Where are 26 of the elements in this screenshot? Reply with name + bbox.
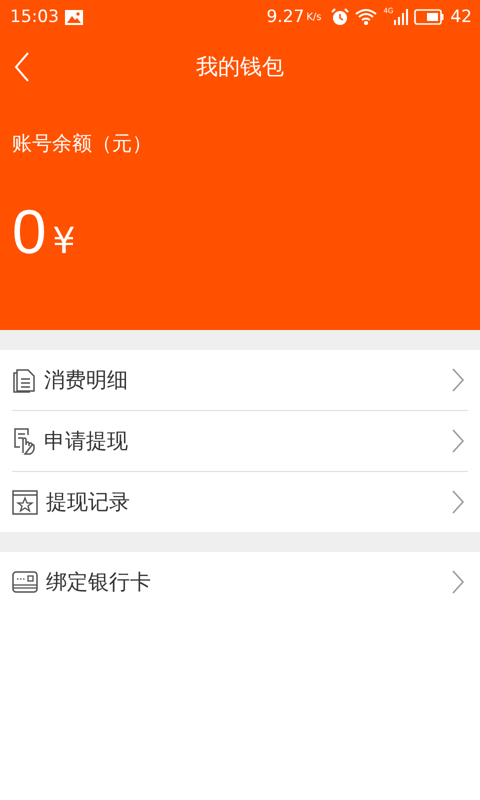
speed-unit: K/s — [306, 12, 322, 22]
chevron-icon — [452, 429, 464, 453]
chevron-icon — [452, 490, 464, 514]
balance-amount: 0 — [12, 197, 46, 268]
image-icon — [65, 10, 83, 24]
chevron-icon — [452, 570, 464, 594]
menu-item[interactable]: 申请提现 — [0, 411, 480, 471]
wifi-icon — [355, 8, 378, 26]
document-icon — [12, 367, 36, 393]
hand-icon — [12, 427, 36, 455]
network-speed: 9.27 — [266, 7, 304, 27]
alarm-icon — [331, 8, 350, 26]
menu-item[interactable]: 提现记录 — [0, 472, 480, 532]
status-time: 15:03 — [10, 7, 59, 27]
menu-item[interactable]: 消费明细 — [0, 350, 480, 410]
battery-icon — [414, 9, 444, 25]
menu-item[interactable]: 绑定银行卡 — [0, 552, 480, 612]
currency-symbol: ¥ — [52, 221, 76, 262]
chevron-icon — [452, 368, 464, 392]
back-button[interactable] — [14, 52, 30, 82]
card-icon — [12, 570, 38, 594]
signal-icon — [394, 9, 408, 25]
battery-level: 42 — [450, 7, 472, 27]
balance-label: 账号余额（元） — [11, 130, 153, 157]
page-title: 我的钱包 — [196, 54, 284, 82]
back-icon — [14, 52, 30, 82]
